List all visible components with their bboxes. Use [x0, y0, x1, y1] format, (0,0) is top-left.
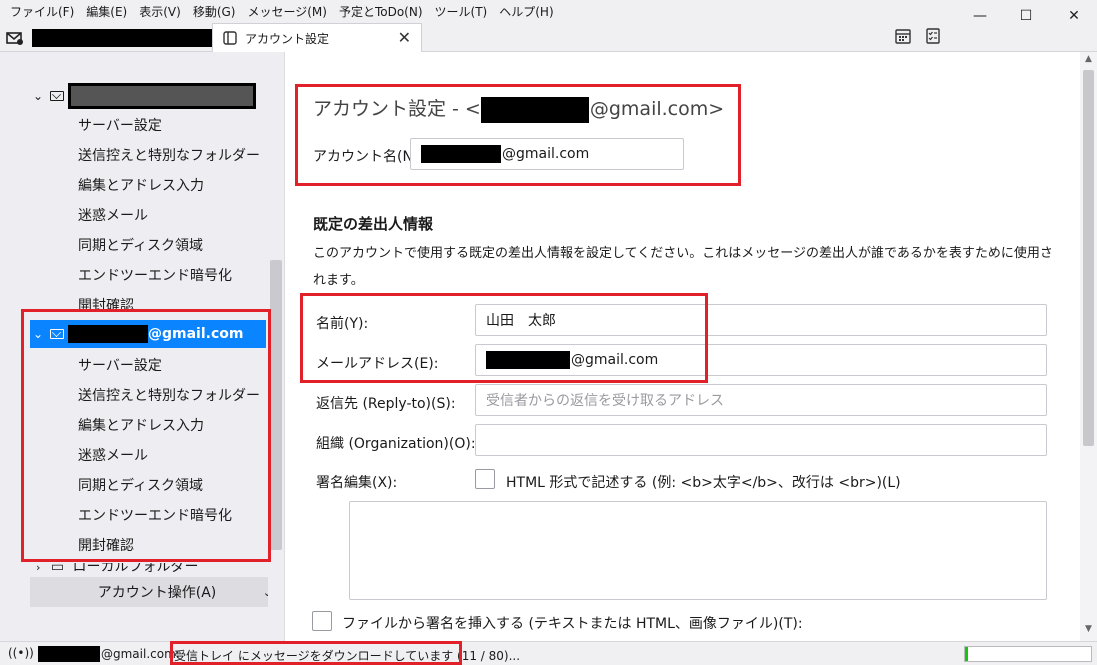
sidebar-item-return-receipts[interactable]: 開封確認	[78, 535, 134, 557]
identity-heading: 既定の差出人情報	[313, 215, 434, 233]
menu-edit[interactable]: 編集(E)	[80, 3, 133, 20]
tab-account-settings[interactable]: アカウント設定 ✕	[212, 23, 422, 52]
sidebar-item-return-receipts[interactable]: 開封確認	[78, 295, 134, 317]
html-format-label: HTML 形式で記述する (例: <b>太字</b>、改行は <br>)(L)	[506, 475, 901, 491]
main-scroll-thumb[interactable]	[1083, 70, 1094, 446]
html-format-checkbox[interactable]	[475, 469, 495, 489]
organization-input[interactable]	[475, 424, 1047, 456]
menu-file[interactable]: ファイル(F)	[4, 3, 80, 20]
chevron-down-icon[interactable]: ⌄	[30, 89, 46, 103]
tab-settings-label: アカウント設定	[245, 31, 330, 46]
title-prefix: アカウント設定 - <	[313, 98, 481, 120]
redacted-username	[38, 646, 100, 662]
online-status-icon[interactable]: ((•))	[8, 646, 34, 660]
email-label: メールアドレス(E):	[316, 356, 439, 372]
identity-description: このアカウントで使用する既定の差出人情報を設定してください。これはメッセージの差…	[313, 246, 1053, 288]
page-title: アカウント設定 - < @gmail.com>	[313, 94, 724, 123]
redacted-username	[486, 351, 570, 369]
email-field[interactable]: @gmail.com	[475, 344, 1047, 376]
sidebar-item-sync-storage[interactable]: 同期とディスク領域	[78, 235, 203, 257]
scroll-up-icon[interactable]: ▲	[1080, 54, 1097, 70]
name-label: 名前(Y):	[316, 316, 369, 332]
signature-file-label: ファイルから署名を挿入する (テキストまたは HTML、画像ファイル)(T):	[342, 616, 803, 632]
redacted-account-name	[68, 325, 148, 343]
main-scrollbar[interactable]: ▲ ▼	[1080, 52, 1097, 641]
status-email: @gmail.com:	[101, 647, 180, 661]
signature-label: 署名編集(X):	[316, 475, 398, 491]
title-suffix: @gmail.com>	[589, 98, 725, 120]
redacted-account-name	[32, 29, 212, 47]
replyto-label: 返信先 (Reply-to)(S):	[316, 396, 456, 412]
menu-help[interactable]: ヘルプ(H)	[493, 3, 559, 20]
mail-icon	[6, 32, 23, 45]
tab-bar: アカウント設定 ✕	[0, 22, 1097, 52]
sidebar-item-sync-storage[interactable]: 同期とディスク領域	[78, 475, 203, 497]
replyto-input[interactable]: 受信者からの返信を受け取るアドレス	[475, 384, 1047, 416]
menu-tools[interactable]: ツール(T)	[429, 3, 494, 20]
menu-events-tasks[interactable]: 予定とToDo(N)	[333, 3, 429, 20]
account-name-field[interactable]: @gmail.com	[410, 138, 684, 170]
redacted-username	[421, 145, 501, 163]
chevron-down-icon[interactable]: ⌄	[30, 327, 46, 341]
menu-go[interactable]: 移動(G)	[187, 3, 242, 20]
settings-page-icon	[223, 31, 237, 45]
calendar-icon[interactable]	[894, 27, 912, 45]
account-tree-sidebar: ⌄ サーバー設定 送信控えと特別なフォルダー 編集とアドレス入力 迷惑メール 同…	[0, 52, 285, 641]
tab-mail[interactable]	[6, 25, 212, 51]
name-field[interactable]: 山田 太郎	[475, 304, 1047, 336]
sidebar-item-local-folders[interactable]: › ▭ ローカルフォルダー	[36, 563, 199, 573]
redacted-username	[480, 96, 589, 123]
sidebar-scroll-thumb[interactable]	[270, 260, 282, 550]
redacted-account-name	[68, 83, 256, 109]
sidebar-item-copies-folders[interactable]: 送信控えと特別なフォルダー	[78, 385, 260, 407]
progress-fill	[965, 647, 968, 661]
sidebar-item-server-settings[interactable]: サーバー設定	[78, 355, 162, 377]
download-progress-bar	[964, 646, 1092, 662]
account-2-row[interactable]: ⌄ @gmail.com	[30, 320, 266, 348]
sidebar-item-copies-folders[interactable]: 送信控えと特別なフォルダー	[78, 145, 260, 167]
sidebar-item-junk[interactable]: 迷惑メール	[78, 205, 148, 227]
mail-account-icon	[50, 329, 64, 339]
tasks-icon[interactable]	[924, 27, 942, 45]
account-1-row[interactable]: ⌄	[30, 82, 266, 110]
signature-textarea[interactable]	[349, 501, 1047, 600]
tab-close-icon[interactable]: ✕	[398, 28, 411, 47]
folder-icon: ▭	[50, 563, 65, 573]
status-bar: ((•)) @gmail.com: 受信トレイ にメッセージをダウンロードしてい…	[0, 641, 1097, 665]
menu-bar: ファイル(F) 編集(E) 表示(V) 移動(G) メッセージ(M) 予定とTo…	[0, 0, 1097, 22]
menu-view[interactable]: 表示(V)	[133, 3, 187, 20]
mail-account-icon	[50, 91, 64, 101]
sidebar-item-composition[interactable]: 編集とアドレス入力	[78, 415, 204, 437]
account-name-suffix: @gmail.com	[502, 146, 590, 162]
chevron-right-icon: ›	[36, 563, 41, 573]
org-label: 組織 (Organization)(O):	[316, 436, 476, 452]
account-actions-button[interactable]: アカウント操作(A) ⌄	[30, 577, 284, 607]
sidebar-item-server-settings[interactable]: サーバー設定	[78, 115, 162, 137]
email-suffix: @gmail.com	[571, 352, 659, 368]
sidebar-item-e2e-encryption[interactable]: エンドツーエンド暗号化	[78, 265, 232, 287]
account-name-label: アカウント名(N):	[313, 149, 424, 165]
local-folders-label: ローカルフォルダー	[72, 563, 199, 573]
status-message: 受信トレイ にメッセージをダウンロードしています (11 / 80)...	[174, 649, 521, 663]
sidebar-item-junk[interactable]: 迷惑メール	[78, 445, 148, 467]
scroll-down-icon[interactable]: ▼	[1080, 624, 1097, 640]
sidebar-item-composition[interactable]: 編集とアドレス入力	[78, 175, 204, 197]
signature-file-checkbox[interactable]	[312, 611, 332, 631]
account-actions-label: アカウント操作(A)	[97, 585, 217, 601]
menu-message[interactable]: メッセージ(M)	[241, 3, 332, 20]
sidebar-item-e2e-encryption[interactable]: エンドツーエンド暗号化	[78, 505, 232, 527]
sidebar-scrollbar[interactable]	[268, 52, 284, 641]
account-2-email-suffix: @gmail.com	[148, 326, 244, 342]
